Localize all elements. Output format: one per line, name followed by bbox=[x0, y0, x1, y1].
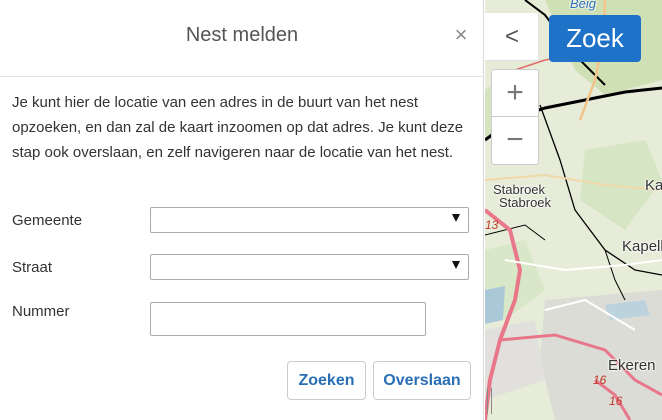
map-label-ekeren: Ekeren bbox=[608, 357, 656, 374]
nest-report-panel: Nest melden × Je kunt hier de locatie va… bbox=[0, 0, 484, 420]
road-number: 16 bbox=[593, 373, 607, 387]
zoom-out-button[interactable]: − bbox=[492, 117, 538, 164]
chevron-down-icon bbox=[452, 261, 460, 269]
zoom-in-button[interactable]: + bbox=[492, 70, 538, 117]
close-icon[interactable]: × bbox=[449, 22, 473, 48]
chevron-down-icon bbox=[452, 214, 460, 222]
sidebar-toggle-button[interactable]: < bbox=[485, 13, 539, 61]
map-label-ka: Ka bbox=[645, 177, 662, 194]
overslaan-button[interactable]: Overslaan bbox=[373, 361, 471, 400]
zoom-control: + − bbox=[491, 69, 539, 165]
gemeente-select[interactable] bbox=[150, 207, 469, 233]
map-label-top: Beig bbox=[570, 0, 597, 11]
road-number: 13 bbox=[485, 218, 499, 232]
gemeente-label: Gemeente bbox=[12, 212, 83, 229]
map-label-stabroek-2: Stabroek bbox=[499, 195, 552, 210]
road-number: 16 bbox=[609, 394, 623, 408]
straat-select[interactable] bbox=[150, 254, 469, 280]
chevron-left-icon: < bbox=[504, 23, 519, 50]
nummer-label: Nummer bbox=[12, 303, 70, 320]
zoek-button[interactable]: Zoek bbox=[549, 15, 641, 62]
panel-header: Nest melden × bbox=[0, 0, 484, 77]
zoeken-button[interactable]: Zoeken bbox=[287, 361, 366, 400]
straat-label: Straat bbox=[12, 259, 53, 276]
panel-title: Nest melden bbox=[185, 24, 299, 46]
map-view[interactable]: Beig Stabroek Stabroek Ka Kapell Ekeren … bbox=[485, 0, 662, 420]
intro-text: Je kunt hier de locatie van een adres in… bbox=[12, 94, 464, 161]
map-label-kapellen: Kapell bbox=[622, 238, 662, 255]
nummer-input[interactable] bbox=[150, 302, 426, 336]
drag-handle-icon[interactable] bbox=[487, 388, 492, 414]
